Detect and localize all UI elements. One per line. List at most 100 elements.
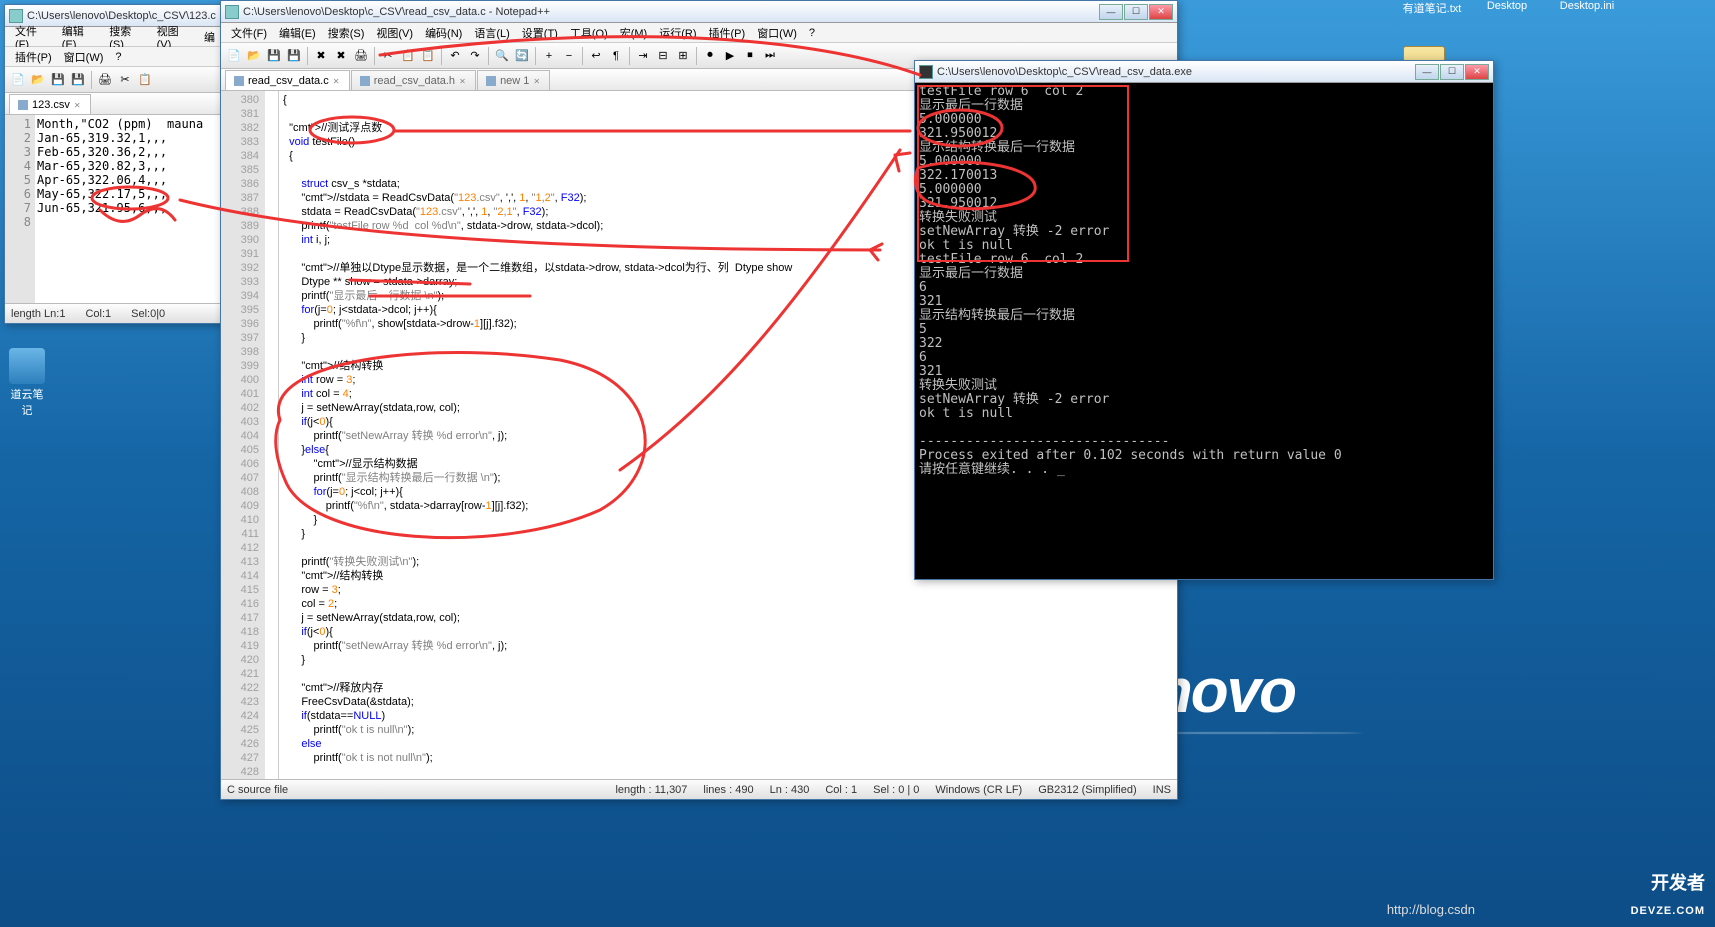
paste-icon[interactable]: 📋 — [419, 47, 437, 65]
menu-language[interactable]: 语言(L) — [468, 23, 515, 43]
indent-icon[interactable]: ⇥ — [634, 47, 652, 65]
status-length: length Ln:1 — [11, 308, 65, 320]
file-icon — [234, 76, 244, 86]
status-filetype: C source file — [227, 784, 288, 796]
play-multi-icon[interactable]: ⏭ — [761, 47, 779, 65]
desktop-shortcut[interactable]: 道云笔记 — [6, 348, 48, 418]
line-gutter: 3803813823833843853863873883893903913923… — [221, 91, 265, 779]
menu-tools[interactable]: 工具(O) — [564, 23, 614, 43]
redo-icon[interactable]: ↷ — [466, 47, 484, 65]
close-icon[interactable]: ✕ — [333, 77, 341, 85]
tab-label: new 1 — [500, 75, 529, 87]
desktop-icon[interactable]: Desktop.ini — [1555, 0, 1619, 12]
show-all-icon[interactable]: ¶ — [607, 47, 625, 65]
new-file-icon[interactable]: 📄 — [225, 47, 243, 65]
save-all-icon[interactable]: 💾 — [69, 71, 87, 89]
menu-window[interactable]: 窗口(W) — [751, 23, 803, 43]
tabbar: 123.csv ✕ — [5, 93, 225, 115]
close-icon[interactable]: ✕ — [459, 77, 467, 85]
desktop-icon[interactable]: Desktop — [1475, 0, 1539, 12]
fold-icon[interactable]: ⊟ — [654, 47, 672, 65]
undo-icon[interactable]: ↶ — [446, 47, 464, 65]
save-icon[interactable]: 💾 — [49, 71, 67, 89]
close-icon[interactable]: ✕ — [74, 101, 82, 109]
replace-icon[interactable]: 🔄 — [513, 47, 531, 65]
menu-view[interactable]: 视图(V) — [370, 23, 419, 43]
cut-icon[interactable]: ✂ — [379, 47, 397, 65]
menu-encoding[interactable]: 编码(N) — [419, 23, 468, 43]
status-eol: Windows (CR LF) — [935, 784, 1022, 796]
record-macro-icon[interactable]: ⏺ — [701, 47, 719, 65]
play-macro-icon[interactable]: ▶ — [721, 47, 739, 65]
console-output[interactable]: testFile row 6 col 2 显示最后一行数据 5.000000 3… — [915, 83, 1493, 579]
titlebar[interactable]: C:\Users\lenovo\Desktop\c_CSV\read_csv_d… — [221, 1, 1177, 23]
close-file-icon[interactable]: ✖ — [312, 47, 330, 65]
console-window: C:\Users\lenovo\Desktop\c_CSV\read_csv_d… — [914, 60, 1494, 580]
status-col: Col : 1 — [825, 784, 857, 796]
toolbar: 📄 📂 💾 💾 🖨 ✂ 📋 — [5, 67, 225, 93]
window-title: C:\Users\lenovo\Desktop\c_CSV\read_csv_d… — [937, 66, 1192, 78]
code-area[interactable]: 12345678 Month,"CO2 (ppm) mauna Jan-65,3… — [5, 115, 225, 303]
desktop-icon-label: 有道笔记.txt — [1403, 3, 1462, 15]
unfold-icon[interactable]: ⊞ — [674, 47, 692, 65]
minimize-icon[interactable]: — — [1099, 4, 1123, 20]
csdn-url: http://blog.csdn — [1387, 902, 1475, 917]
menu-macro[interactable]: 宏(M) — [614, 23, 654, 43]
wrap-icon[interactable]: ↩ — [587, 47, 605, 65]
open-file-icon[interactable]: 📂 — [29, 71, 47, 89]
file-icon — [360, 76, 370, 86]
terminal-icon — [919, 65, 933, 79]
menu-plugins[interactable]: 插件(P) — [9, 47, 58, 67]
copy-icon[interactable]: 📋 — [136, 71, 154, 89]
menu-settings[interactable]: 设置(T) — [516, 23, 564, 43]
find-icon[interactable]: 🔍 — [493, 47, 511, 65]
save-icon[interactable]: 💾 — [265, 47, 283, 65]
tab-csv[interactable]: 123.csv ✕ — [9, 94, 91, 114]
maximize-icon[interactable]: ☐ — [1440, 64, 1464, 80]
menubar-row2: 插件(P) 窗口(W) ? — [5, 47, 225, 67]
tab-new-1[interactable]: new 1 ✕ — [477, 70, 550, 90]
status-sel: Sel : 0 | 0 — [873, 784, 919, 796]
menu-help[interactable]: ? — [109, 49, 127, 65]
status-encoding: GB2312 (Simplified) — [1038, 784, 1136, 796]
minimize-icon[interactable]: — — [1415, 64, 1439, 80]
app-icon — [225, 5, 239, 19]
status-sel: Sel:0|0 — [131, 308, 165, 320]
menu-window[interactable]: 窗口(W) — [58, 47, 110, 67]
statusbar: length Ln:1 Col:1 Sel:0|0 — [5, 303, 225, 323]
zoom-out-icon[interactable]: − — [560, 47, 578, 65]
new-file-icon[interactable]: 📄 — [9, 71, 27, 89]
menu-run[interactable]: 运行(R) — [653, 23, 702, 43]
save-all-icon[interactable]: 💾 — [285, 47, 303, 65]
menu-plugins[interactable]: 插件(P) — [703, 23, 752, 43]
cut-icon[interactable]: ✂ — [116, 71, 134, 89]
status-lines: lines : 490 — [703, 784, 753, 796]
close-icon[interactable]: ✕ — [1149, 4, 1173, 20]
tab-label: 123.csv — [32, 99, 70, 111]
close-all-icon[interactable]: ✖ — [332, 47, 350, 65]
close-icon[interactable]: ✕ — [1465, 64, 1489, 80]
stop-macro-icon[interactable]: ⏹ — [741, 47, 759, 65]
watermark-cn: 开发者 — [1651, 869, 1705, 895]
menu-edit[interactable]: 编辑(E) — [273, 23, 322, 43]
titlebar[interactable]: C:\Users\lenovo\Desktop\c_CSV\read_csv_d… — [915, 61, 1493, 83]
app-icon — [9, 348, 45, 384]
tab-read-csv-h[interactable]: read_csv_data.h ✕ — [351, 70, 476, 90]
print-icon[interactable]: 🖨 — [96, 71, 114, 89]
code-content[interactable]: Month,"CO2 (ppm) mauna Jan-65,319.32,1,,… — [35, 115, 225, 303]
status-col: Col:1 — [85, 308, 111, 320]
copy-icon[interactable]: 📋 — [399, 47, 417, 65]
menu-search[interactable]: 搜索(S) — [322, 23, 371, 43]
menu-help[interactable]: ? — [803, 25, 821, 41]
close-icon[interactable]: ✕ — [533, 77, 541, 85]
open-file-icon[interactable]: 📂 — [245, 47, 263, 65]
print-icon[interactable]: 🖨 — [352, 47, 370, 65]
tab-label: read_csv_data.c — [248, 75, 329, 87]
menu-encoding[interactable]: 编 — [198, 27, 221, 47]
maximize-icon[interactable]: ☐ — [1124, 4, 1148, 20]
menu-file[interactable]: 文件(F) — [225, 23, 273, 43]
desktop-icon[interactable]: 有道笔记.txt — [1400, 0, 1464, 16]
tab-read-csv-c[interactable]: read_csv_data.c ✕ — [225, 70, 350, 90]
zoom-in-icon[interactable]: + — [540, 47, 558, 65]
fold-gutter[interactable] — [265, 91, 279, 779]
